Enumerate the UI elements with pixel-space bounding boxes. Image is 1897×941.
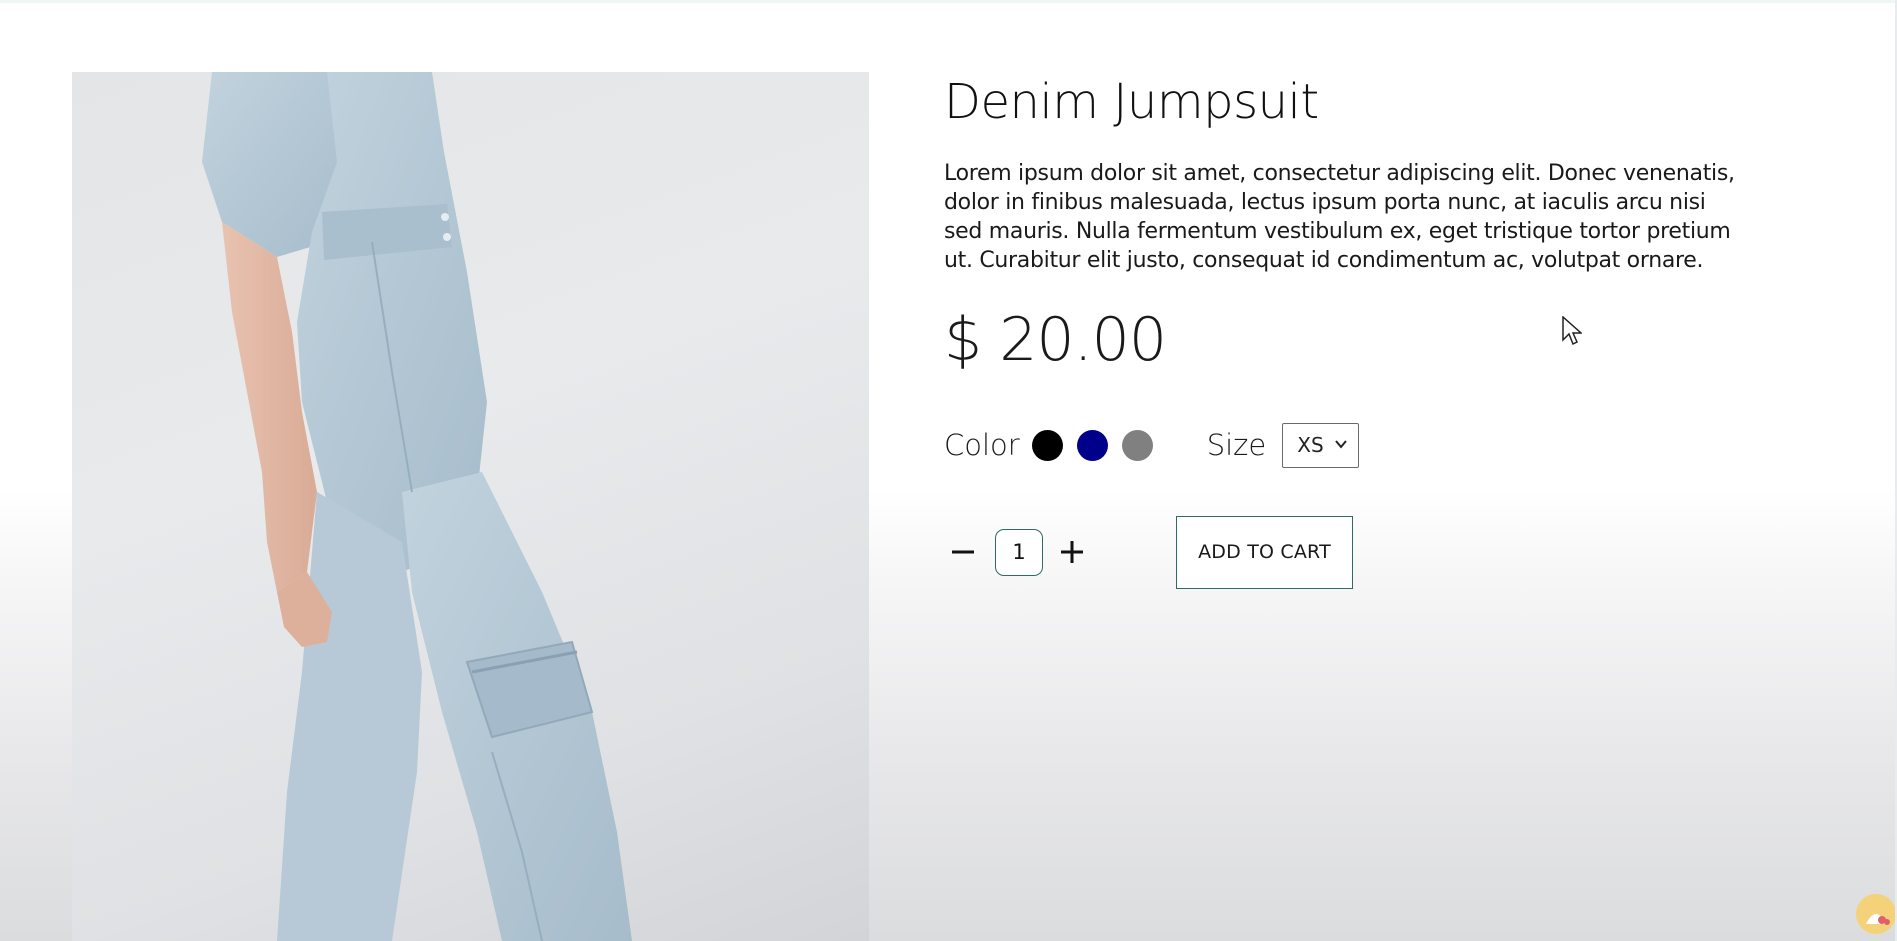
add-to-cart-button[interactable]: ADD TO CART: [1176, 515, 1353, 589]
product-description: Lorem ipsum dolor sit amet, consectetur …: [944, 161, 1735, 273]
quantity-field[interactable]: 1: [995, 528, 1043, 576]
product-title: Denim Jumpsuit: [944, 74, 1319, 130]
size-select-value: XS: [1297, 433, 1324, 457]
product-price: $ 20.00: [944, 305, 1167, 375]
chevron-down-icon: [1335, 439, 1348, 449]
top-border: [0, 0, 1897, 3]
color-label: Color: [944, 428, 1020, 462]
assistant-avatar-icon[interactable]: [1856, 894, 1896, 934]
mouse-cursor-icon: [1562, 316, 1582, 346]
minus-icon: [952, 550, 974, 554]
color-swatch-gray[interactable]: [1121, 429, 1153, 461]
size-select[interactable]: XS: [1282, 422, 1360, 468]
quantity-row: 1 ADD TO CART: [944, 515, 1353, 589]
product-options: Color Size XS: [944, 422, 1360, 468]
size-label: Size: [1206, 428, 1267, 462]
product-image: [72, 72, 869, 941]
plus-icon: [1061, 541, 1083, 563]
color-swatch-navy[interactable]: [1076, 429, 1108, 461]
increase-quantity-button[interactable]: [1053, 533, 1091, 571]
color-swatch-black[interactable]: [1031, 429, 1063, 461]
decrease-quantity-button[interactable]: [944, 533, 982, 571]
